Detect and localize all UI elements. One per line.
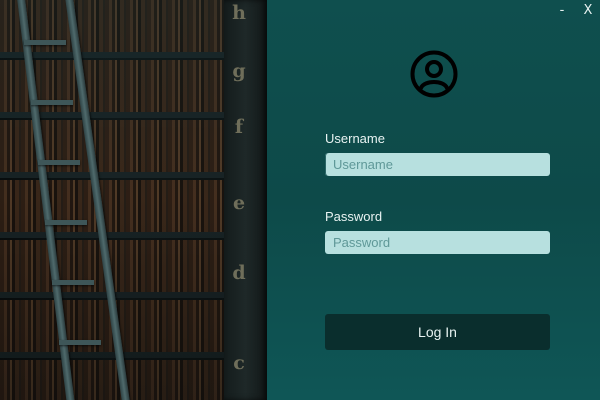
password-label: Password [325,209,383,224]
user-circle-icon [410,50,458,98]
ladder-rung [38,160,80,165]
ladder-rung [45,220,87,225]
login-button[interactable]: Log In [325,314,550,350]
ladder-rung [52,280,94,285]
ladder-rung [24,40,66,45]
shelf-letter: g [232,60,246,82]
shelf-letter: h [232,2,246,24]
shelf-letter: d [232,262,246,284]
minimize-button[interactable]: - [554,2,570,20]
username-label: Username [325,131,385,146]
login-panel: - X Username Password Log In [267,0,600,400]
ladder-rung [59,340,101,345]
close-button[interactable]: X [580,2,596,20]
password-input[interactable] [325,231,550,254]
shelf-letter: c [233,352,245,374]
library-background-image: h g f e d c [0,0,267,400]
ladder-rung [31,100,73,105]
username-input[interactable] [325,153,550,176]
shelf-letter: f [234,116,244,138]
shelf-letter: e [232,192,246,214]
